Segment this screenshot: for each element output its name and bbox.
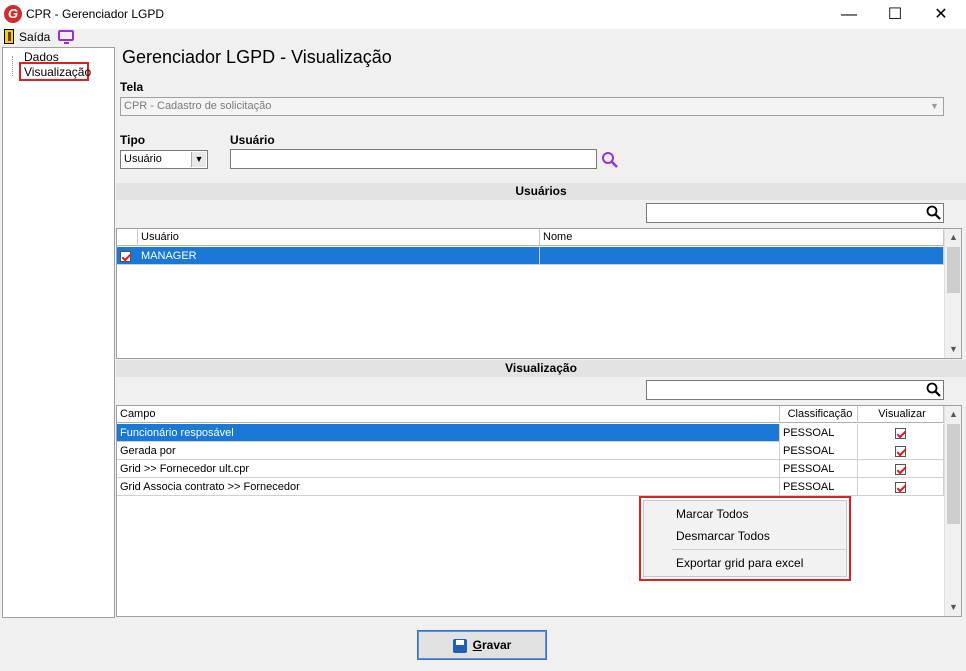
menu-bar bbox=[0, 29, 966, 46]
usuarios-filter-input[interactable] bbox=[646, 203, 944, 223]
menu-item-exportar-excel[interactable]: Exportar grid para excel bbox=[644, 552, 848, 574]
gravar-button-accelerator: G bbox=[472, 638, 482, 652]
usuarios-scrollbar[interactable]: ▲ ▼ bbox=[944, 229, 961, 358]
cell-visualizar[interactable] bbox=[858, 442, 944, 460]
tree-connector bbox=[12, 56, 13, 76]
checkbox-checked[interactable] bbox=[895, 463, 906, 475]
column-header-classificacao[interactable]: Classificação bbox=[780, 406, 858, 423]
cell-nome bbox=[540, 247, 944, 265]
tipo-select[interactable]: Usuário ▼ bbox=[120, 150, 208, 169]
cell-campo: Funcionário resposável bbox=[117, 424, 780, 442]
usuarios-grid-header: Usuário Nome bbox=[117, 229, 944, 246]
menu-item-marcar-todos[interactable]: Marcar Todos bbox=[644, 503, 848, 525]
chevron-down-icon: ▼ bbox=[930, 101, 939, 111]
row-checkbox-cell[interactable] bbox=[117, 247, 138, 265]
cell-visualizar[interactable] bbox=[858, 478, 944, 496]
column-header-usuario[interactable]: Usuário bbox=[138, 229, 540, 246]
tela-select: CPR - Cadastro de solicitação ▼ bbox=[120, 97, 944, 116]
scroll-down-icon[interactable]: ▼ bbox=[945, 341, 962, 358]
visualizacao-scrollbar[interactable]: ▲ ▼ bbox=[944, 406, 961, 616]
navigation-tree bbox=[2, 47, 115, 618]
table-row[interactable]: Grid Associa contrato >> Fornecedor PESS… bbox=[117, 478, 944, 496]
usuario-label: Usuário bbox=[230, 133, 275, 147]
scroll-thumb[interactable] bbox=[947, 424, 960, 524]
scroll-thumb[interactable] bbox=[947, 247, 960, 293]
tipo-value: Usuário bbox=[124, 153, 162, 165]
maximize-button[interactable]: ☐ bbox=[872, 0, 918, 29]
exit-menu-item[interactable]: Saída bbox=[19, 30, 50, 44]
cell-campo: Gerada por bbox=[117, 442, 780, 460]
cell-classificacao: PESSOAL bbox=[780, 442, 858, 460]
cell-classificacao: PESSOAL bbox=[780, 460, 858, 478]
app-logo-icon: G bbox=[4, 5, 22, 23]
scroll-up-icon[interactable]: ▲ bbox=[945, 406, 962, 423]
search-icon[interactable] bbox=[601, 151, 619, 169]
gravar-button[interactable]: Gravar bbox=[417, 630, 547, 660]
monitor-icon[interactable] bbox=[58, 30, 74, 44]
checkbox-checked[interactable] bbox=[895, 445, 906, 457]
usuarios-section-header: Usuários bbox=[116, 183, 966, 200]
column-header-check bbox=[117, 229, 138, 246]
save-disk-icon bbox=[452, 638, 467, 653]
visualizacao-section-header: Visualização bbox=[116, 360, 966, 377]
tela-value: CPR - Cadastro de solicitação bbox=[124, 100, 272, 112]
menu-item-desmarcar-todos[interactable]: Desmarcar Todos bbox=[644, 525, 848, 547]
gravar-button-label: ravar bbox=[481, 638, 512, 652]
visualizacao-filter-input[interactable] bbox=[646, 380, 944, 400]
menu-separator bbox=[672, 549, 846, 550]
cell-campo: Grid Associa contrato >> Fornecedor bbox=[117, 478, 780, 496]
search-icon[interactable] bbox=[926, 205, 942, 221]
exit-door-icon[interactable] bbox=[4, 29, 14, 44]
cell-visualizar[interactable] bbox=[858, 424, 944, 442]
column-header-nome[interactable]: Nome bbox=[540, 229, 944, 246]
checkbox-checked[interactable] bbox=[120, 250, 131, 262]
minimize-button[interactable]: — bbox=[826, 0, 872, 29]
scroll-down-icon[interactable]: ▼ bbox=[945, 599, 962, 616]
table-row[interactable]: Gerada por PESSOAL bbox=[117, 442, 944, 460]
table-row[interactable]: MANAGER bbox=[117, 247, 944, 265]
window-title: CPR - Gerenciador LGPD bbox=[26, 7, 165, 21]
tela-label: Tela bbox=[120, 80, 144, 94]
visualizacao-grid-header: Campo Classificação Visualizar bbox=[117, 406, 944, 423]
tree-item-visualizacao[interactable]: Visualização bbox=[19, 62, 91, 81]
cell-usuario: MANAGER bbox=[138, 247, 540, 265]
table-row[interactable]: Grid >> Fornecedor ult.cpr PESSOAL bbox=[117, 460, 944, 478]
checkbox-checked[interactable] bbox=[895, 481, 906, 493]
cell-campo: Grid >> Fornecedor ult.cpr bbox=[117, 460, 780, 478]
search-icon[interactable] bbox=[926, 382, 942, 398]
cell-visualizar[interactable] bbox=[858, 460, 944, 478]
context-menu: Marcar Todos Desmarcar Todos Exportar gr… bbox=[643, 500, 847, 577]
table-row[interactable]: Funcionário resposável PESSOAL bbox=[117, 424, 944, 442]
chevron-down-icon[interactable]: ▼ bbox=[191, 152, 206, 167]
checkbox-checked[interactable] bbox=[895, 427, 906, 439]
cell-classificacao: PESSOAL bbox=[780, 478, 858, 496]
page-title: Gerenciador LGPD - Visualização bbox=[122, 47, 392, 67]
tipo-label: Tipo bbox=[120, 133, 146, 147]
column-header-visualizar[interactable]: Visualizar bbox=[858, 406, 944, 423]
cell-classificacao: PESSOAL bbox=[780, 424, 858, 442]
column-header-campo[interactable]: Campo bbox=[117, 406, 780, 423]
scroll-up-icon[interactable]: ▲ bbox=[945, 229, 962, 246]
usuario-input[interactable] bbox=[230, 149, 597, 169]
close-button[interactable]: ✕ bbox=[918, 0, 964, 29]
usuarios-grid[interactable]: Usuário Nome MANAGER ▲ ▼ bbox=[116, 228, 962, 359]
